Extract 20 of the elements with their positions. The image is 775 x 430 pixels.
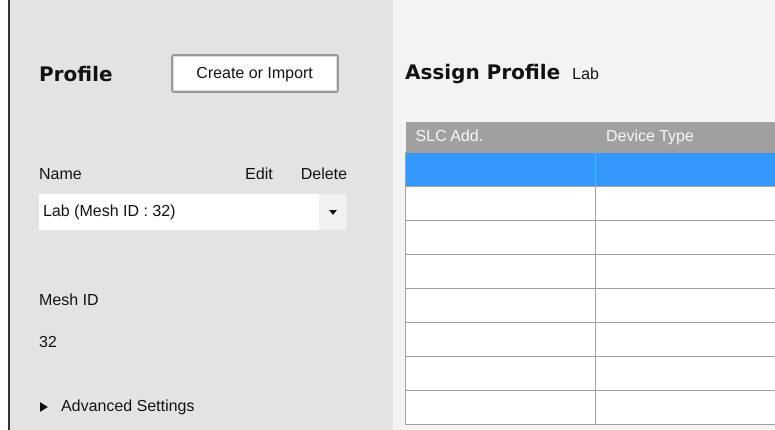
panel-title: Assign Profile <box>405 60 560 84</box>
mesh-id-value: 32 <box>39 334 58 352</box>
table-row[interactable] <box>406 322 775 356</box>
dropdown-arrow-icon <box>329 210 337 214</box>
table-row[interactable] <box>406 220 775 254</box>
profile-dropdown[interactable]: Lab (Mesh ID : 32) <box>39 194 347 230</box>
table-row[interactable] <box>406 186 775 220</box>
table-row[interactable] <box>406 254 775 288</box>
table-row[interactable] <box>406 356 775 390</box>
table-row[interactable] <box>406 288 775 322</box>
column-label: Edit <box>245 166 273 184</box>
profile-name: Lab <box>572 66 599 84</box>
column-label: Delete <box>300 166 347 184</box>
mesh-id-label: Mesh ID <box>39 292 100 310</box>
panel-title: Profile <box>39 62 113 86</box>
column-label: Name <box>39 166 83 184</box>
create-or-import-button[interactable]: Create or Import <box>170 54 339 93</box>
expand-arrow-icon[interactable] <box>39 402 49 412</box>
table-row[interactable] <box>406 390 775 424</box>
advanced-settings-toggle[interactable]: Advanced Settings <box>61 398 194 416</box>
